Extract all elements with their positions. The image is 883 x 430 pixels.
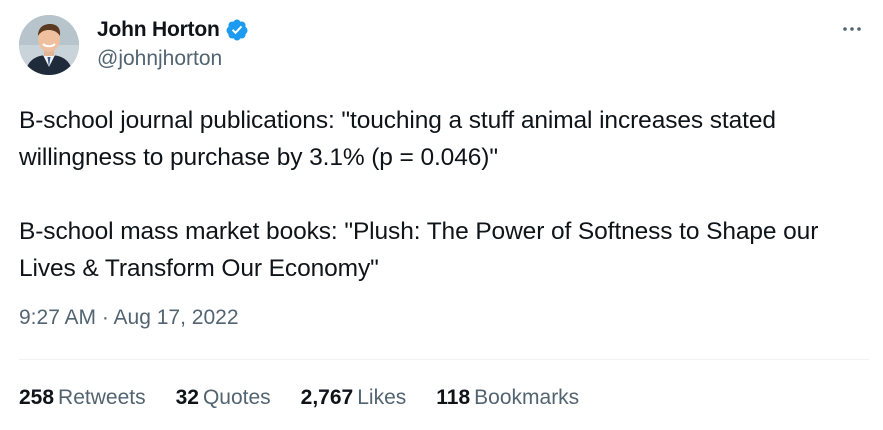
verified-badge-icon bbox=[225, 18, 249, 42]
retweets-stat[interactable]: 258 Retweets bbox=[19, 386, 146, 410]
tweet-text: B-school journal publications: "touching… bbox=[19, 107, 819, 282]
quotes-stat[interactable]: 32 Quotes bbox=[176, 386, 271, 410]
tweet-card: John Horton @johnjhorton B-school journa… bbox=[0, 0, 883, 430]
avatar-image bbox=[19, 15, 79, 75]
author-display-name[interactable]: John Horton bbox=[97, 18, 220, 42]
likes-stat[interactable]: 2,767 Likes bbox=[301, 386, 407, 410]
tweet-timestamp[interactable]: 9:27 AM · Aug 17, 2022 bbox=[19, 306, 239, 330]
author-handle[interactable]: @johnjhorton bbox=[97, 47, 222, 71]
bookmarks-stat[interactable]: 118 Bookmarks bbox=[436, 386, 579, 410]
retweets-label: Retweets bbox=[58, 386, 146, 409]
quotes-label: Quotes bbox=[202, 386, 271, 409]
likes-count: 2,767 bbox=[300, 386, 354, 409]
bookmarks-label: Bookmarks bbox=[474, 386, 580, 409]
quotes-count: 32 bbox=[175, 386, 199, 409]
more-horizontal-icon bbox=[843, 27, 861, 31]
likes-label: Likes bbox=[357, 386, 407, 409]
divider bbox=[19, 359, 869, 360]
more-options-button[interactable] bbox=[835, 14, 869, 44]
retweets-count: 258 bbox=[19, 386, 55, 409]
avatar[interactable] bbox=[19, 15, 79, 75]
bookmarks-count: 118 bbox=[436, 386, 471, 409]
author-name-row: John Horton bbox=[97, 15, 249, 45]
engagement-stats: 258 Retweets 32 Quotes 2,767 Likes 118 Bookm… bbox=[19, 386, 609, 410]
